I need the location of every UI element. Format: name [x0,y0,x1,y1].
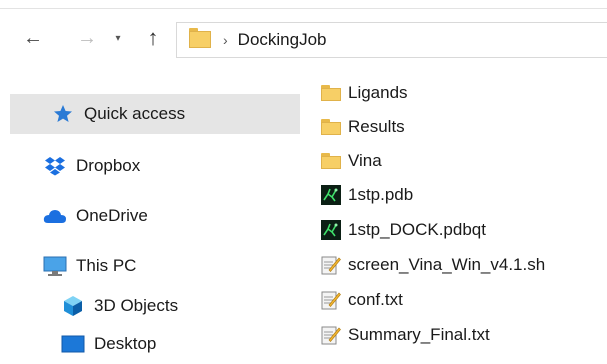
desktop-icon [60,331,86,357]
address-folder-icon [189,27,211,53]
up-arrow-icon[interactable]: ↑ [140,24,166,52]
forward-arrow-icon[interactable]: → [74,24,100,52]
sidebar-item-onedrive[interactable]: OneDrive [10,196,300,236]
file-name: 1stp.pdb [348,185,414,204]
onedrive-icon [42,203,68,229]
sidebar-item-label: 3D Objects [94,296,179,315]
list-item-file-1stp-dock-pdbqt[interactable]: 1stp_DOCK.pdbqt [320,215,486,245]
sidebar-item-label: This PC [76,256,137,275]
text-file-icon [320,289,342,311]
navigation-pane: Quick access Dropbox OneDrive This PC 3D… [0,68,300,360]
sidebar-item-quick-access[interactable]: Quick access [10,94,300,134]
sidebar-item-label: Dropbox [76,156,141,175]
sidebar-item-this-pc[interactable]: This PC [10,246,300,286]
sidebar-item-label: OneDrive [76,206,148,225]
file-name: conf.txt [348,290,403,309]
file-name: Results [348,117,405,136]
computer-icon [42,253,68,279]
sidebar-item-3d-objects[interactable]: 3D Objects [10,286,300,326]
list-item-folder-results[interactable]: Results [320,112,405,142]
list-item-file-summary-final-txt[interactable]: Summary_Final.txt [320,320,490,350]
list-item-folder-ligands[interactable]: Ligands [320,78,408,108]
recent-locations-chevron-icon[interactable]: ▾ [110,24,126,52]
sidebar-item-dropbox[interactable]: Dropbox [10,146,300,186]
text-file-icon [320,324,342,346]
list-item-folder-vina[interactable]: Vina [320,146,382,176]
file-name: Ligands [348,83,408,102]
breadcrumb-current-folder[interactable]: DockingJob [238,30,327,50]
back-arrow-icon[interactable]: ← [20,24,46,52]
sidebar-item-desktop[interactable]: Desktop [10,324,300,364]
folder-icon [320,150,342,172]
list-item-file-screen-vina-sh[interactable]: screen_Vina_Win_v4.1.sh [320,250,545,280]
sidebar-item-label: Quick access [84,104,186,123]
star-icon [50,101,76,127]
file-name: Summary_Final.txt [348,325,490,344]
text-file-icon [320,254,342,276]
folder-icon [320,116,342,138]
window-top-border [0,8,607,9]
list-item-file-conf-txt[interactable]: conf.txt [320,285,403,315]
file-name: screen_Vina_Win_v4.1.sh [348,255,546,274]
list-item-file-1stp-pdb[interactable]: 1stp.pdb [320,180,413,210]
breadcrumb-separator-icon[interactable]: › [223,32,228,48]
sidebar-item-label: Desktop [94,334,157,353]
dropbox-icon [42,153,68,179]
navigation-bar: ← → ▾ ↑ › DockingJob [0,18,607,60]
file-name: Vina [348,151,382,170]
molecule-file-icon [320,184,342,206]
folder-icon [320,82,342,104]
molecule-file-icon [320,219,342,241]
address-bar[interactable]: › DockingJob [176,22,607,58]
file-name: 1stp_DOCK.pdbqt [348,220,486,239]
3d-objects-icon [60,293,86,319]
